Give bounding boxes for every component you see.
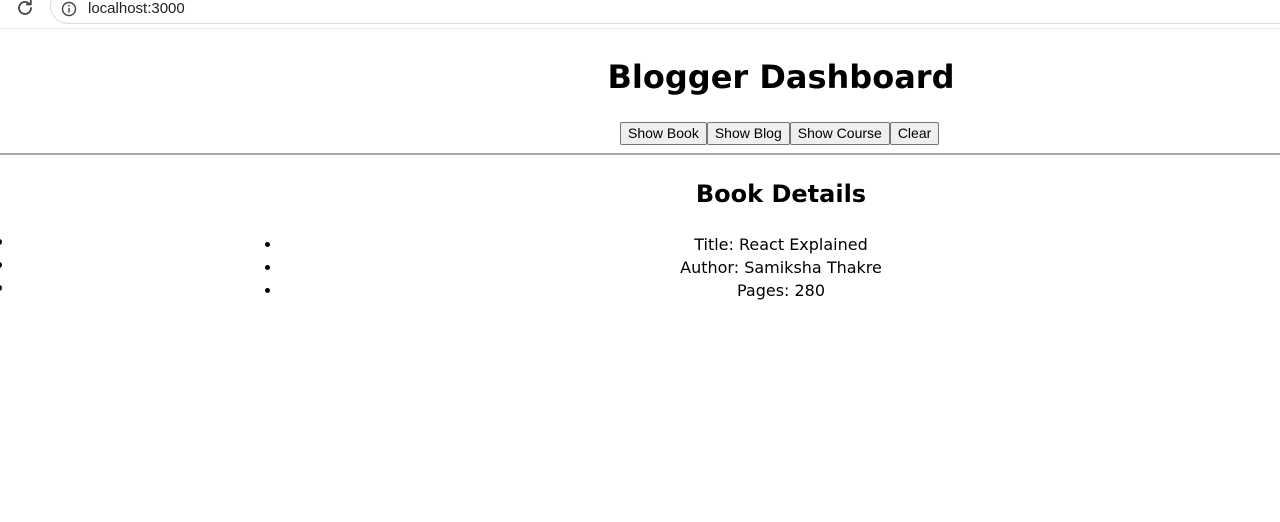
detail-author: Author: Samiksha Thakre — [282, 256, 1280, 279]
detail-title: Title: React Explained — [282, 233, 1280, 256]
url-text[interactable]: localhost:3000 — [88, 0, 185, 18]
button-row: Show Book Show Blog Show Course Clear — [620, 122, 940, 145]
show-blog-button[interactable]: Show Blog — [706, 122, 790, 145]
page-title: Blogger Dashboard — [607, 58, 955, 96]
page-content: Blogger Dashboard Show Book Show Blog Sh… — [0, 29, 1280, 522]
book-details-section: Book Details Title: React Explained Auth… — [282, 179, 1280, 302]
address-bar[interactable]: localhost:3000 — [50, 0, 1280, 24]
details-title: Book Details — [695, 180, 867, 208]
list-bullets — [0, 239, 2, 308]
clear-button[interactable]: Clear — [889, 122, 940, 145]
detail-pages: Pages: 280 — [282, 279, 1280, 302]
divider — [0, 153, 1280, 155]
reload-button[interactable] — [14, 0, 36, 19]
reload-icon — [18, 0, 32, 15]
bullet-marker — [0, 262, 2, 268]
browser-toolbar: localhost:3000 — [0, 0, 1280, 29]
show-course-button[interactable]: Show Course — [789, 122, 890, 145]
bullet-marker — [0, 285, 2, 291]
bullet-marker — [0, 239, 2, 245]
details-list: Title: React Explained Author: Samiksha … — [282, 233, 1280, 302]
info-icon — [61, 1, 77, 17]
site-info-button[interactable] — [61, 1, 77, 17]
show-book-button[interactable]: Show Book — [620, 122, 707, 145]
header: Blogger Dashboard — [282, 57, 1280, 97]
